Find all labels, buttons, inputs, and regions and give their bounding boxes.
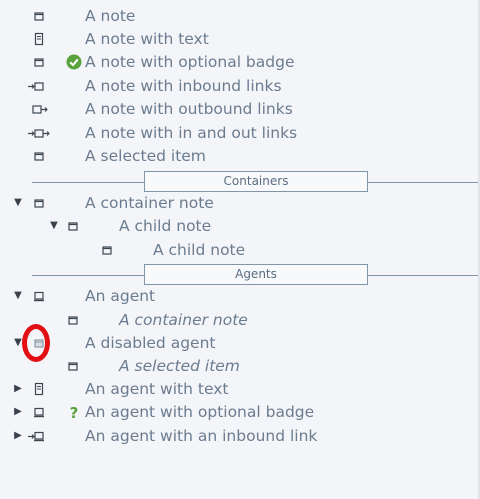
outline-row-note-in-out[interactable]: A note with in and out links [0, 123, 478, 146]
disclosure-collapsed-icon[interactable]: ▶ [13, 406, 23, 418]
separator-containers: Containers [32, 171, 478, 194]
outline-row-container-note[interactable]: ▼ A container note [0, 193, 478, 216]
row-label: A child note [153, 241, 246, 259]
note-icon [66, 313, 80, 327]
disclosure-collapsed-icon[interactable]: ▶ [13, 383, 23, 395]
row-label: An agent with optional badge [85, 403, 315, 421]
note-with-text-icon [32, 32, 46, 46]
outline-row-note-inbound[interactable]: A note with inbound links [0, 76, 478, 99]
outline-row-selected-item[interactable]: A selected item [0, 146, 478, 169]
outline-row-note-with-text[interactable]: A note with text [0, 29, 478, 52]
row-label: An agent with an inbound link [85, 427, 318, 445]
note-icon [32, 196, 46, 210]
row-label: A note [85, 7, 136, 25]
outline-row-disabled-agent-child[interactable]: A selected item [0, 356, 478, 379]
outline-row-agent-inbound[interactable]: ▶ An agent with an inbound link [0, 426, 478, 449]
check-badge-icon [66, 54, 82, 70]
outline-row-child-note[interactable]: A child note [0, 240, 478, 263]
row-label: A selected item [85, 147, 206, 165]
separator-label: Containers [144, 171, 368, 192]
agent-inbound-link-icon [27, 429, 45, 443]
outline-row-disabled-agent[interactable]: ▼ A disabled agent [0, 333, 478, 356]
row-label: An agent [85, 287, 156, 305]
disclosure-collapsed-icon[interactable]: ▶ [13, 430, 23, 442]
outline-row-agent-with-badge[interactable]: ▶ ? An agent with optional badge [0, 402, 478, 425]
separator-agents: Agents [32, 264, 478, 287]
outline-row-child-note[interactable]: ▼ A child note [0, 216, 478, 239]
note-icon [32, 55, 46, 69]
row-label: A selected item [119, 357, 240, 375]
row-label: A note with outbound links [85, 100, 293, 118]
in-and-out-link-icon [27, 126, 51, 140]
note-with-text-icon [32, 382, 46, 396]
note-icon [32, 149, 46, 163]
highlight-ring [22, 324, 50, 362]
row-label: A note with in and out links [85, 124, 298, 142]
outline-view: A note A note with text A note with opti… [0, 0, 478, 499]
row-label: A disabled agent [85, 334, 216, 352]
outline-row-note-with-badge[interactable]: A note with optional badge [0, 52, 478, 75]
row-label: A child note [119, 217, 212, 235]
svg-text:?: ? [70, 404, 79, 420]
inbound-link-icon [27, 79, 45, 93]
disclosure-expanded-icon[interactable]: ▼ [13, 197, 23, 209]
outline-row-agent-with-text[interactable]: ▶ An agent with text [0, 379, 478, 402]
disclosure-expanded-icon[interactable]: ▼ [13, 290, 23, 302]
row-label: A note with optional badge [85, 53, 295, 71]
note-icon [66, 219, 80, 233]
row-label: An agent with text [85, 380, 229, 398]
outline-row-agent-child[interactable]: A container note [0, 310, 478, 333]
outline-row-note[interactable]: A note [0, 6, 478, 29]
note-icon [66, 359, 80, 373]
row-label: A container note [85, 194, 214, 212]
row-label: A container note [119, 311, 248, 329]
outline-row-agent[interactable]: ▼ An agent [0, 286, 478, 309]
question-badge-icon: ? [66, 404, 82, 422]
agent-icon [32, 289, 46, 303]
outline-row-note-outbound[interactable]: A note with outbound links [0, 99, 478, 122]
outbound-link-icon [32, 102, 50, 116]
disclosure-expanded-icon[interactable]: ▼ [49, 220, 59, 232]
agent-icon [32, 405, 46, 419]
note-icon [32, 9, 46, 23]
separator-label: Agents [144, 264, 368, 285]
row-label: A note with inbound links [85, 77, 282, 95]
row-label: A note with text [85, 30, 209, 48]
note-icon [100, 243, 114, 257]
